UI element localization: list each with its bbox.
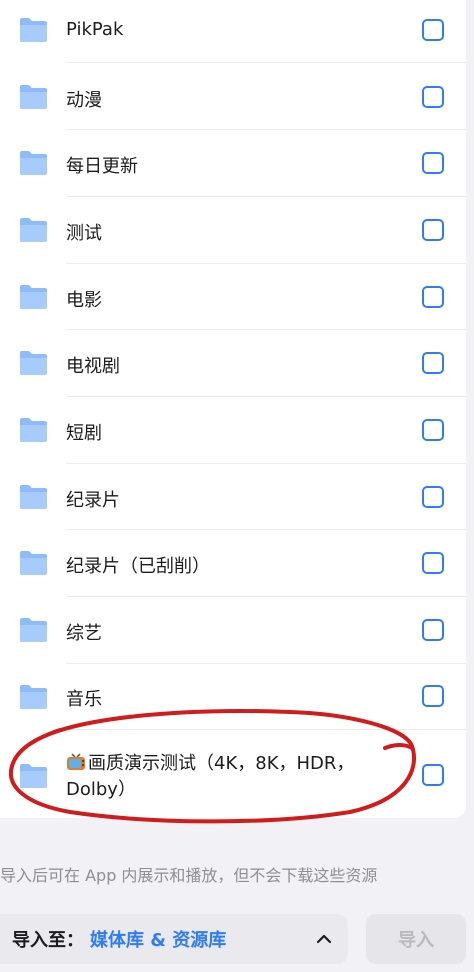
select-checkbox[interactable] (422, 685, 444, 707)
hint-text: 导入后可在 App 内展示和播放，但不会下载这些资源 (0, 866, 378, 885)
folder-row[interactable]: 音乐 (0, 664, 466, 730)
folder-name: 每日更新 (66, 156, 138, 177)
folder-icon (20, 685, 47, 709)
folder-name: 动漫 (66, 90, 102, 111)
tv-icon (67, 753, 85, 770)
folder-icon (20, 218, 47, 242)
folder-icon (20, 551, 47, 575)
folder-row[interactable]: 综艺 (0, 597, 466, 664)
folder-row[interactable]: 纪录片（已刮削） (0, 530, 466, 597)
folder-name-with-emoji: 画质演示测试（4K，8K，HDR，Dolby） (66, 751, 386, 803)
folder-name: PikPak (66, 19, 124, 40)
select-checkbox[interactable] (422, 619, 444, 641)
folder-row[interactable]: 纪录片 (0, 464, 466, 530)
folder-icon (20, 351, 47, 375)
select-checkbox[interactable] (422, 19, 444, 41)
folder-name: 测试 (66, 223, 102, 244)
folder-name: 电视剧 (66, 356, 120, 377)
folder-row[interactable]: 动漫 (0, 63, 466, 130)
folder-icon (20, 618, 47, 642)
destination-selector[interactable]: 导入至： 媒体库 & 资源库 (0, 914, 348, 964)
folder-icon (20, 151, 47, 175)
select-checkbox[interactable] (422, 352, 444, 374)
folder-row[interactable]: 测试 (0, 197, 466, 264)
folder-name: 纪录片（已刮削） (66, 556, 210, 577)
select-checkbox[interactable] (422, 764, 444, 786)
folder-row[interactable]: 画质演示测试（4K，8K，HDR，Dolby） (0, 730, 466, 818)
folder-icon (20, 85, 47, 109)
select-checkbox[interactable] (422, 419, 444, 441)
folder-row[interactable]: 短剧 (0, 397, 466, 464)
select-checkbox[interactable] (422, 552, 444, 574)
select-checkbox[interactable] (422, 486, 444, 508)
folder-row[interactable]: 每日更新 (0, 130, 466, 197)
folder-icon (20, 418, 47, 442)
folder-name: 画质演示测试（4K，8K，HDR，Dolby） (66, 753, 355, 800)
select-checkbox[interactable] (422, 286, 444, 308)
select-checkbox[interactable] (422, 86, 444, 108)
folder-name: 音乐 (66, 689, 102, 710)
folder-icon (20, 18, 47, 42)
folder-row[interactable]: 电影 (0, 264, 466, 330)
folder-icon (20, 485, 47, 509)
chevron-up-icon (316, 934, 332, 944)
import-button[interactable]: 导入 (366, 914, 466, 964)
destination-label: 导入至： (12, 930, 84, 951)
folder-name: 电影 (66, 290, 102, 311)
select-checkbox[interactable] (422, 152, 444, 174)
folder-icon (20, 764, 47, 788)
folder-icon (20, 285, 47, 309)
folder-name: 短剧 (66, 423, 102, 444)
destination-value: 媒体库 & 资源库 (90, 930, 227, 951)
folder-row[interactable]: PikPak (0, 0, 466, 63)
select-checkbox[interactable] (422, 219, 444, 241)
folder-row[interactable]: 电视剧 (0, 330, 466, 397)
folder-name: 纪录片 (66, 490, 120, 511)
folder-list: PikPak 动漫 每日更新 测试 电影 电视剧 短剧 纪录片 纪录片（已刮削）… (0, 0, 466, 818)
folder-name: 综艺 (66, 623, 102, 644)
